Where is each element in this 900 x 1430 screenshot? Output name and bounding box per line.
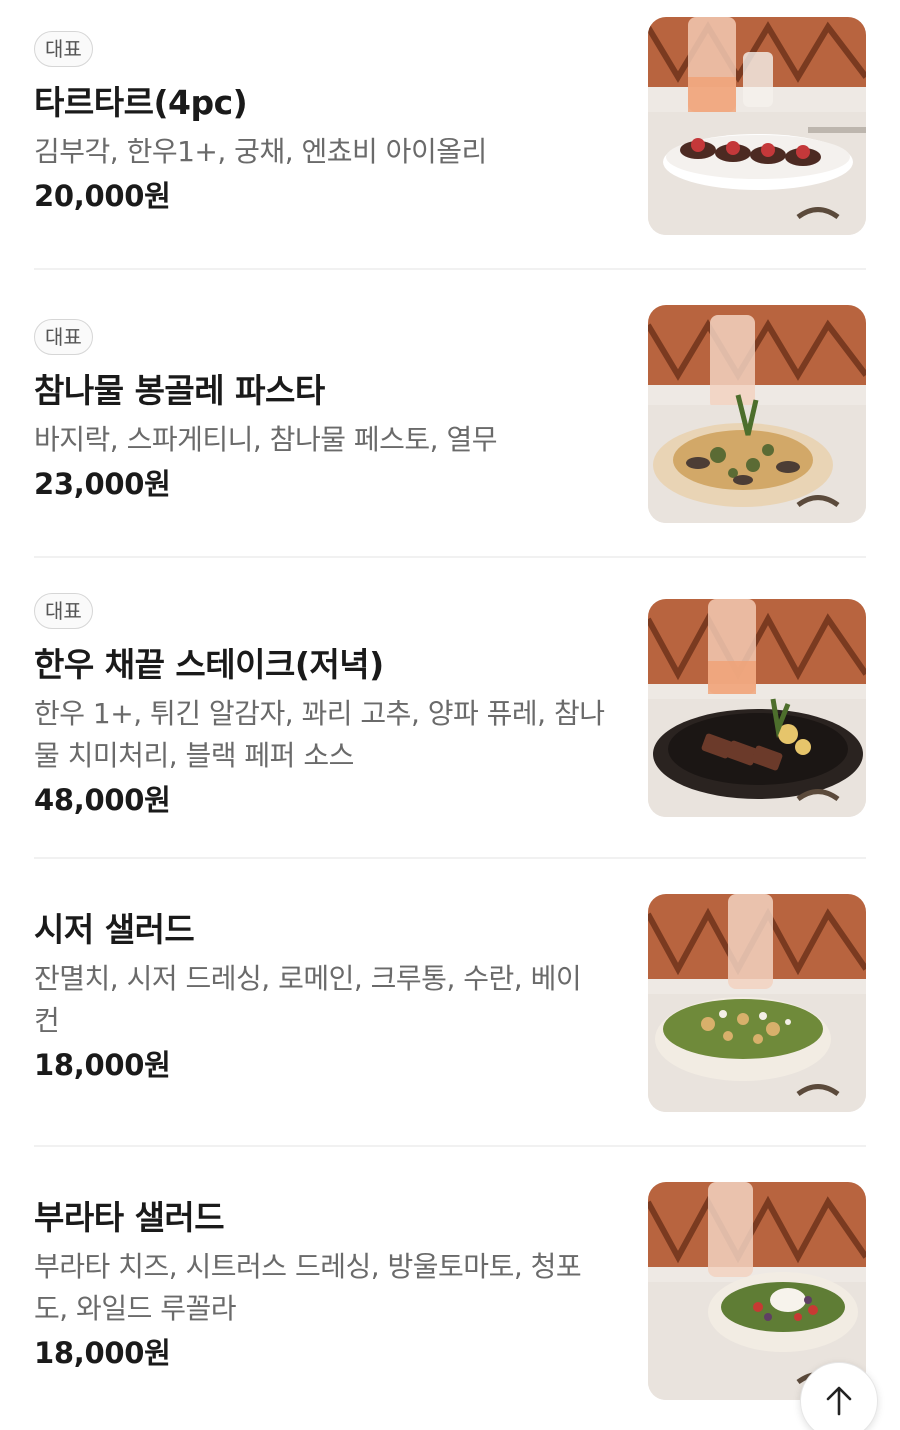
menu-item-price: 20,000원 bbox=[34, 179, 171, 213]
menu-item-price: 18,000원 bbox=[34, 1336, 171, 1370]
menu-item-text: 대표 한우 채끝 스테이크(저녁) 한우 1+, 튀긴 알감자, 꽈리 고추, … bbox=[34, 593, 624, 821]
menu-item-desc: 잔멸치, 시저 드레싱, 로메인, 크루통, 수란, 베이 bbox=[34, 962, 582, 995]
menu-item-name: 타르타르(4pc) bbox=[34, 83, 248, 122]
menu-item-text: 대표 타르타르(4pc) 김부각, 한우1+, 궁채, 엔쵸비 아이올리 20,… bbox=[34, 31, 624, 217]
caesar-salad-photo[interactable] bbox=[648, 894, 866, 1112]
menu-item[interactable]: 대표 한우 채끝 스테이크(저녁) 한우 1+, 튀긴 알감자, 꽈리 고추, … bbox=[34, 593, 866, 823]
menu-item-name: 부라타 샐러드 bbox=[34, 1198, 225, 1237]
menu-item-name: 참나물 봉골레 파스타 bbox=[34, 371, 325, 410]
divider bbox=[34, 556, 866, 558]
menu-item[interactable]: 시저 샐러드 잔멸치, 시저 드레싱, 로메인, 크루통, 수란, 베이 컨 1… bbox=[34, 894, 866, 1112]
divider bbox=[34, 1145, 866, 1147]
menu-item-desc: 김부각, 한우1+, 궁채, 엔쵸비 아이올리 bbox=[34, 135, 487, 168]
menu-item-price: 48,000원 bbox=[34, 783, 171, 817]
menu-item-text: 부라타 샐러드 부라타 치즈, 시트러스 드레싱, 방울토마토, 청포 도, 와… bbox=[34, 1196, 624, 1374]
menu-item-desc: 바지락, 스파게티니, 참나물 페스토, 열무 bbox=[34, 423, 497, 456]
menu-item[interactable]: 부라타 샐러드 부라타 치즈, 시트러스 드레싱, 방울토마토, 청포 도, 와… bbox=[34, 1182, 866, 1400]
menu-item-desc: 도, 와일드 루꼴라 bbox=[34, 1292, 237, 1325]
menu-item[interactable]: 대표 타르타르(4pc) 김부각, 한우1+, 궁채, 엔쵸비 아이올리 20,… bbox=[34, 17, 866, 241]
divider bbox=[34, 268, 866, 270]
menu-item-desc: 물 치미처리, 블랙 페퍼 소스 bbox=[34, 739, 354, 772]
signature-badge: 대표 bbox=[34, 31, 93, 67]
menu-item-desc: 부라타 치즈, 시트러스 드레싱, 방울토마토, 청포 bbox=[34, 1250, 582, 1283]
steak-dish-photo[interactable] bbox=[648, 599, 866, 817]
scroll-to-top-button[interactable] bbox=[800, 1362, 878, 1430]
arrow-up-icon bbox=[826, 1386, 852, 1416]
menu-item-name: 시저 샐러드 bbox=[34, 910, 195, 949]
menu-item-name: 한우 채끝 스테이크(저녁) bbox=[34, 645, 384, 684]
menu-item[interactable]: 대표 참나물 봉골레 파스타 바지락, 스파게티니, 참나물 페스토, 열무 2… bbox=[34, 305, 866, 529]
menu-item-text: 시저 샐러드 잔멸치, 시저 드레싱, 로메인, 크루통, 수란, 베이 컨 1… bbox=[34, 908, 624, 1086]
tartare-dish-photo[interactable] bbox=[648, 17, 866, 235]
divider bbox=[34, 857, 866, 859]
signature-badge: 대표 bbox=[34, 319, 93, 355]
menu-item-price: 18,000원 bbox=[34, 1048, 171, 1082]
signature-badge: 대표 bbox=[34, 593, 93, 629]
menu-item-text: 대표 참나물 봉골레 파스타 바지락, 스파게티니, 참나물 페스토, 열무 2… bbox=[34, 319, 624, 505]
menu-item-desc: 컨 bbox=[34, 1004, 60, 1037]
menu-item-desc: 한우 1+, 튀긴 알감자, 꽈리 고추, 양파 퓨레, 참나 bbox=[34, 697, 605, 730]
vongole-pasta-photo[interactable] bbox=[648, 305, 866, 523]
menu-item-price: 23,000원 bbox=[34, 467, 171, 501]
